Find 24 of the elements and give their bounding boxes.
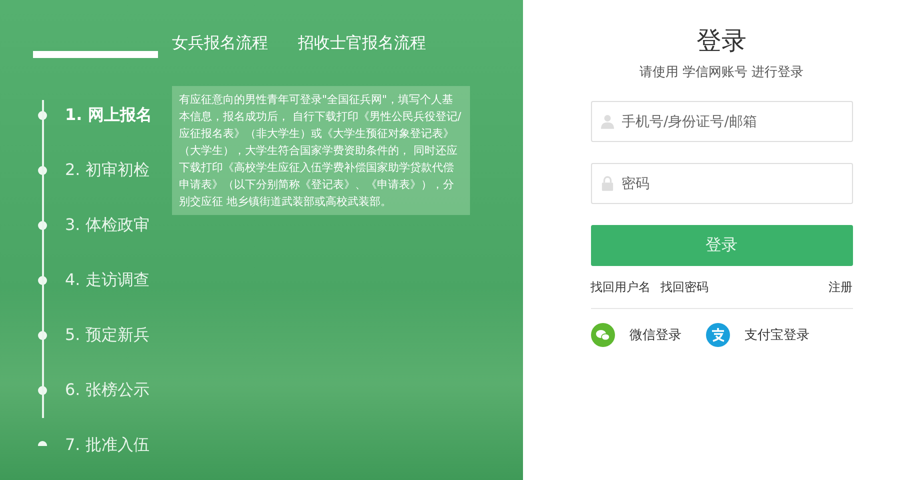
recover-link[interactable]: 找回密码 <box>660 279 708 296</box>
step-item[interactable]: 5. 预定新兵 <box>65 325 150 346</box>
social-login-link[interactable]: 微信登录 <box>630 326 682 344</box>
login-title: 登录 <box>696 25 748 57</box>
chat-bubbles-icon[interactable] <box>590 323 614 347</box>
user-icon <box>600 114 614 129</box>
social-login-link[interactable]: 支付宝登录 <box>744 326 810 344</box>
step-item[interactable]: 2. 初审初检 <box>65 160 150 181</box>
lock-icon <box>600 176 614 191</box>
step-item[interactable]: 7. 批准入伍 <box>65 435 150 456</box>
recover-link[interactable]: 找回用户名 <box>590 279 650 296</box>
step-item[interactable]: 4. 走访调查 <box>65 270 150 291</box>
process-tab[interactable]: 招收士官报名流程 <box>298 33 426 54</box>
step-tooltip: 有应征意向的男性青年可登录"全国征兵网"，填写个人基本信息，报名成功后， 自行下载打印《男性公民兵役登记/应征报名表》（非大学生）或《大学生预征对象登记表》（大学生），大学生符合国家学费资助条件的， 同时还应下载打印《高校学生应征入伍学费补偿国家助学贷款代偿申请表》（以下分别简称《登记表》、《申请表》），分别交应征 地乡镇街道武装部或高校武装部。 <box>172 86 470 215</box>
username-field[interactable]: 手机号/身份证号/邮箱 <box>590 101 852 142</box>
login-button[interactable]: 登录 <box>590 225 852 266</box>
register-link[interactable]: 注册 <box>828 279 852 296</box>
step-item[interactable]: 1. 网上报名 <box>65 105 152 126</box>
login-subtitle: 请使用 学信网账号 进行登录 <box>638 64 805 81</box>
step-item[interactable]: 3. 体检政审 <box>65 215 150 236</box>
step-item[interactable]: 6. 张榜公示 <box>65 380 150 401</box>
alipay-icon[interactable] <box>706 323 730 347</box>
password-field[interactable]: 密码 <box>590 163 852 204</box>
process-tab[interactable]: 女兵报名流程 <box>172 33 268 54</box>
